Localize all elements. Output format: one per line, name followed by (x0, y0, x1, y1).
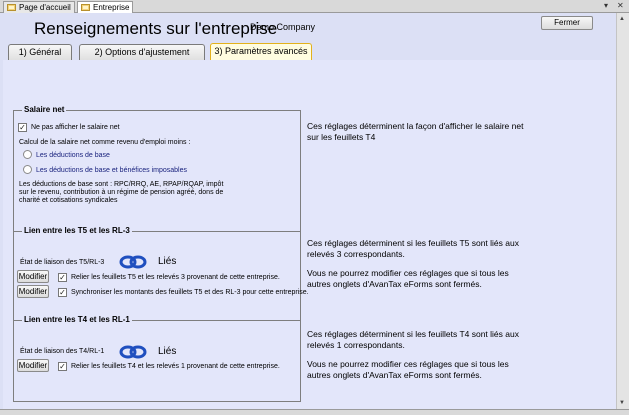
synchroniser-t5-label: Synchroniser les montants des feuillets … (71, 289, 309, 296)
radio-base-deductions-label: Les déductions de base (36, 152, 110, 159)
modifier-t5-link-button[interactable]: Modifier (17, 270, 49, 283)
description-line: Ces réglages déterminent si les feuillet… (307, 238, 519, 248)
tab-content: Salaire net ✓ Ne pas afficher le salaire… (3, 60, 616, 409)
salaire-description: Ces réglages déterminent la façon d'affi… (307, 121, 537, 143)
hide-salary-checkbox[interactable]: ✓ (18, 123, 27, 132)
calc-label: Calcul de la salaire net comme revenu d'… (19, 139, 191, 146)
fermer-button[interactable]: Fermer (541, 16, 593, 30)
modifier-t5-sync-button[interactable]: Modifier (17, 285, 49, 298)
scroll-up-icon[interactable]: ▲ (619, 15, 625, 23)
description-line: Vous ne pourrez modifier ces réglages qu… (307, 268, 509, 278)
group-title: Lien entre les T5 et les RL-3 (22, 225, 132, 237)
hide-salary-label: Ne pas afficher le salaire net (31, 124, 120, 131)
folder-icon (81, 4, 90, 11)
chain-link-icon (119, 255, 147, 269)
document-tab-strip: Page d'accueil Entreprise ▾ ✕ (0, 0, 629, 14)
tab-parametres-avances[interactable]: 3) Paramètres avancés (210, 43, 312, 60)
t5-status-text: Liés (158, 256, 177, 267)
doc-tab-label: Page d'accueil (19, 3, 71, 12)
doc-tab-label: Entreprise (93, 3, 130, 12)
description-line: sur les feuillets T4 (307, 132, 376, 142)
description-line: Ces réglages déterminent la façon d'affi… (307, 121, 524, 131)
doc-tab-page-accueil[interactable]: Page d'accueil (3, 1, 75, 13)
relier-t5-label: Relier les feuillets T5 et les relevés 3… (71, 274, 280, 281)
etat-label: État de liaison des T4/RL-1 (20, 348, 105, 355)
t4-status-text: Liés (158, 346, 177, 357)
group-title: Lien entre les T4 et les RL-1 (22, 314, 132, 326)
t5-description: Ces réglages déterminent si les feuillet… (307, 238, 537, 290)
chain-link-icon (119, 345, 147, 359)
description-line: Ces réglages déterminent si les feuillet… (307, 329, 519, 339)
relier-t4-label: Relier les feuillets T4 et les relevés 1… (71, 363, 280, 370)
relier-t4-checkbox[interactable]: ✓ (58, 362, 67, 371)
modifier-t4-link-button[interactable]: Modifier (17, 359, 49, 372)
scroll-down-icon[interactable]: ▼ (619, 399, 625, 407)
t4-description: Ces réglages déterminent si les feuillet… (307, 329, 537, 381)
relier-t5-checkbox[interactable]: ✓ (58, 273, 67, 282)
folder-icon (7, 4, 16, 11)
group-title: Salaire net (22, 104, 67, 116)
status-bar (0, 409, 629, 415)
radio-base-and-benefits[interactable] (23, 165, 32, 174)
description-line: autres onglets d'AvanTax eForms sont fer… (307, 279, 482, 289)
company-name: Demo Company (250, 22, 316, 32)
description-line: relevés 3 correspondants. (307, 249, 405, 259)
synchroniser-t5-checkbox[interactable]: ✓ (58, 288, 67, 297)
page-title: Renseignements sur l'entreprise (34, 19, 278, 38)
tab-general[interactable]: 1) Général (8, 44, 72, 60)
tab-dropdown-icon[interactable]: ▾ (604, 0, 608, 12)
t4-rl1-group: Lien entre les T4 et les RL-1 État de li… (13, 314, 301, 402)
note-line: charité et cotisations syndicales (19, 197, 118, 204)
description-line: relevés 1 correspondants. (307, 340, 405, 350)
close-document-icon[interactable]: ✕ (617, 0, 624, 12)
radio-base-deductions[interactable] (23, 150, 32, 159)
description-line: autres onglets d'AvanTax eForms sont fer… (307, 370, 482, 380)
main-panel: Renseignements sur l'entreprise Demo Com… (0, 13, 616, 409)
tab-options-ajustement[interactable]: 2) Options d'ajustement (79, 44, 205, 60)
etat-label: État de liaison des T5/RL-3 (20, 259, 105, 266)
radio-base-and-benefits-label: Les déductions de base et bénéfices impo… (36, 167, 187, 174)
vertical-scrollbar[interactable]: ▲ ▼ (616, 13, 629, 409)
description-line: Vous ne pourrez modifier ces réglages qu… (307, 359, 509, 369)
